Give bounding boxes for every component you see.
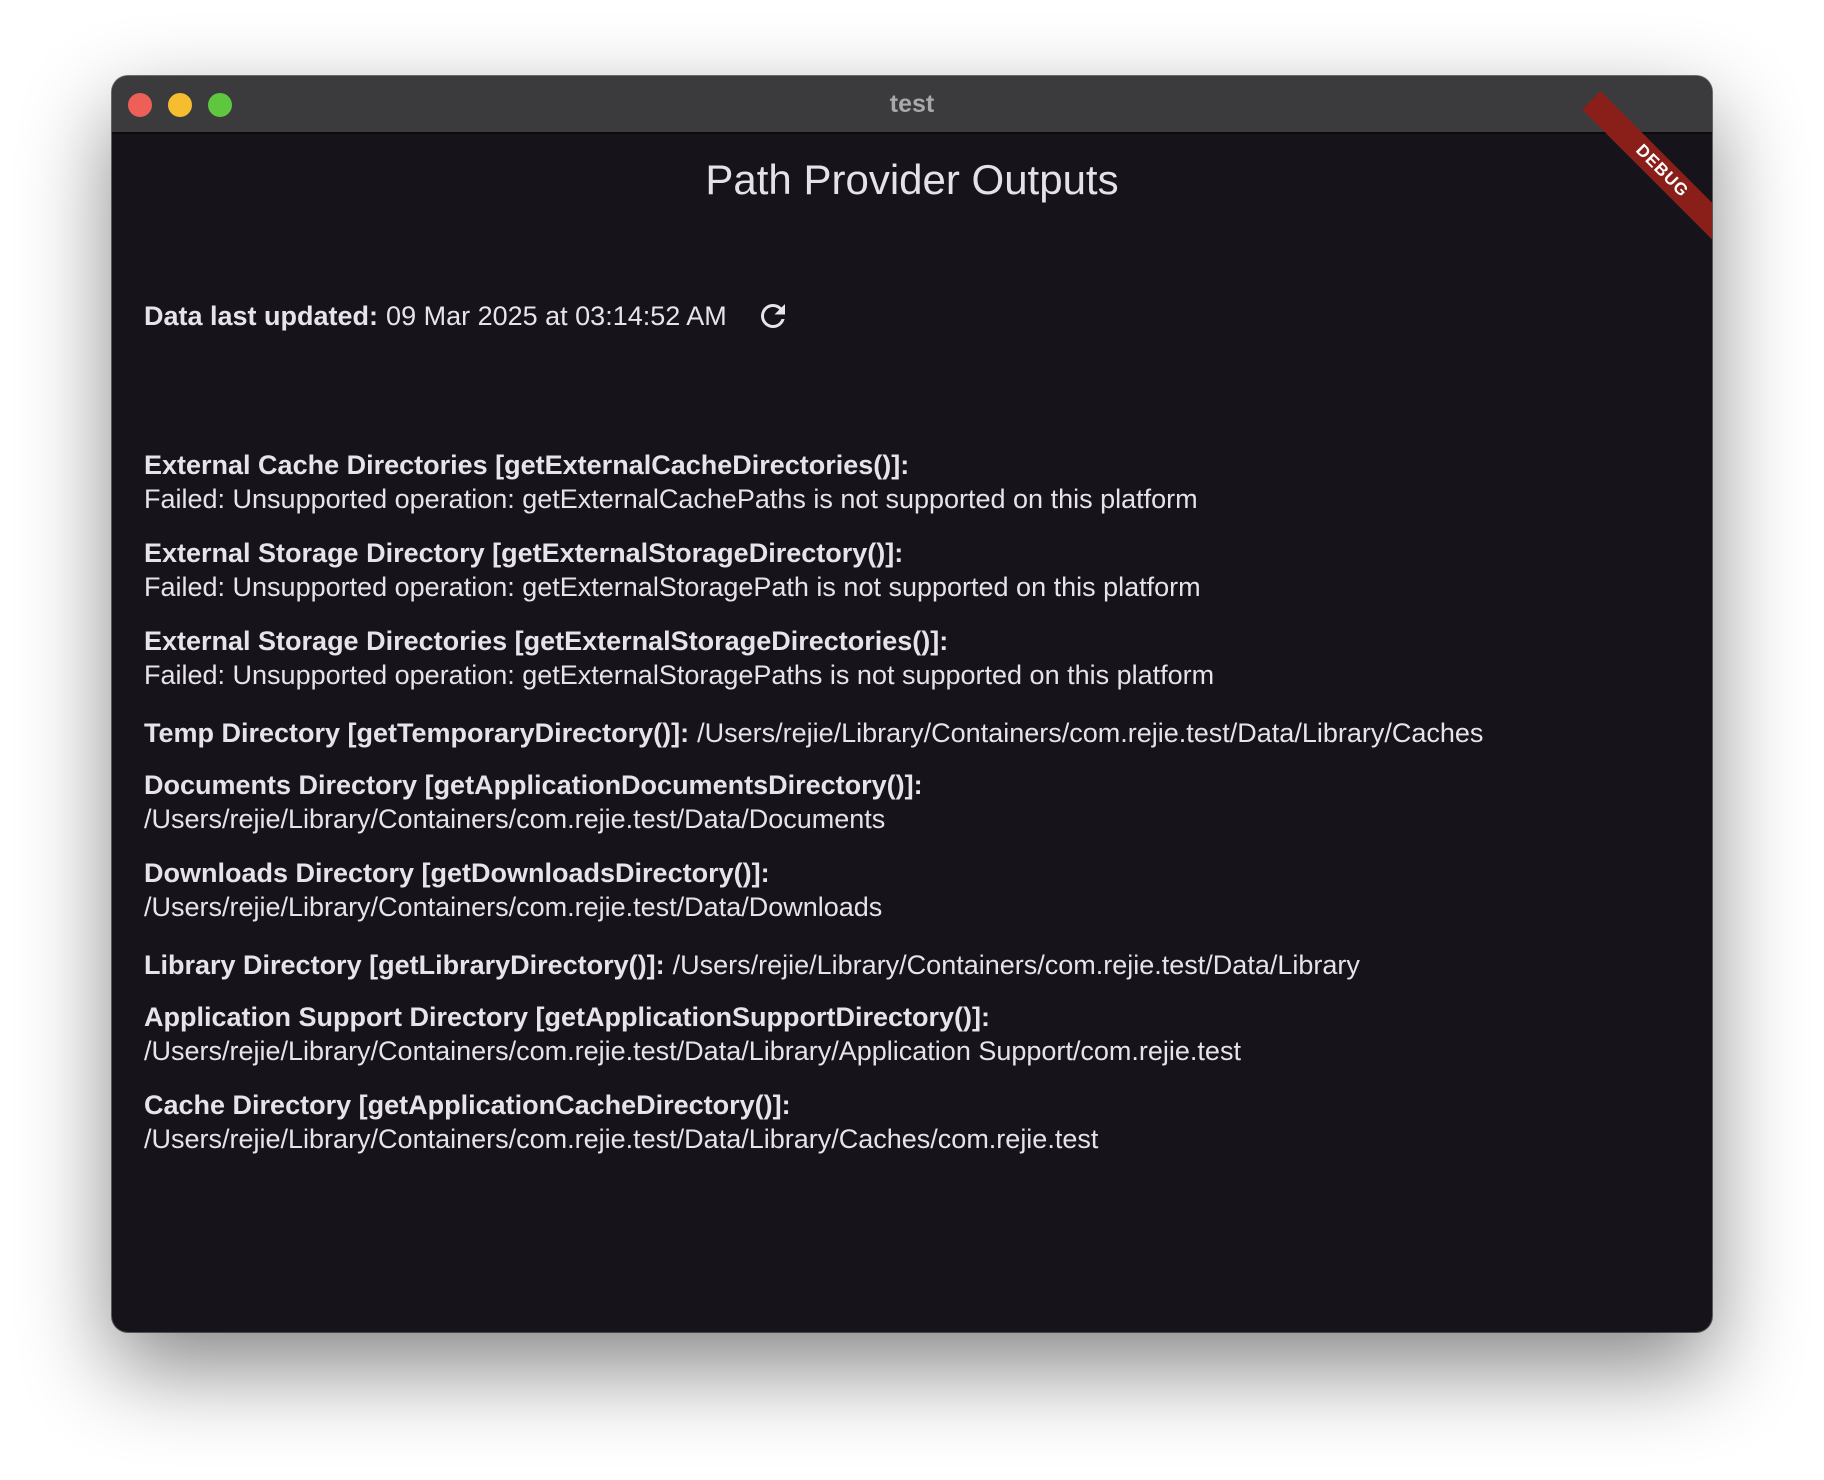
refresh-icon — [760, 304, 785, 328]
entry-library-directory: Library Directory [getLibraryDirectory()… — [144, 948, 1692, 982]
entry-value: Failed: Unsupported operation: getExtern… — [144, 572, 1201, 602]
entry-external-storage-directories: External Storage Directories [getExterna… — [144, 624, 1692, 692]
entry-label: External Storage Directories [getExterna… — [144, 626, 949, 656]
app-window: test DEBUG Path Provider Outputs Data la… — [112, 76, 1712, 1332]
entry-temp-directory: Temp Directory [getTemporaryDirectory()]… — [144, 716, 1692, 750]
entry-value: /Users/rejie/Library/Containers/com.reji… — [144, 892, 883, 922]
entry-label: Downloads Directory [getDownloadsDirecto… — [144, 858, 770, 888]
entry-value: /Users/rejie/Library/Containers/com.reji… — [697, 718, 1484, 748]
entry-label: External Cache Directories [getExternalC… — [144, 450, 910, 480]
main-content: DEBUG Path Provider Outputs Data last up… — [112, 91, 1712, 1332]
entry-value: /Users/rejie/Library/Containers/com.reji… — [672, 950, 1360, 980]
window-title: test — [889, 90, 935, 118]
last-updated-label: Data last updated: — [144, 300, 379, 331]
entry-downloads-directory: Downloads Directory [getDownloadsDirecto… — [144, 856, 1692, 924]
entry-label: Documents Directory [getApplicationDocum… — [144, 770, 923, 800]
entry-value: Failed: Unsupported operation: getExtern… — [144, 484, 1198, 514]
entry-value: Failed: Unsupported operation: getExtern… — [144, 660, 1215, 690]
last-updated-row: Data last updated: 09 Mar 2025 at 03:14:… — [144, 292, 795, 340]
entry-value: /Users/rejie/Library/Containers/com.reji… — [144, 1036, 1241, 1066]
page-title: Path Provider Outputs — [705, 156, 1119, 203]
entry-external-storage-directory: External Storage Directory [getExternalS… — [144, 536, 1692, 604]
entry-label: Cache Directory [getApplicationCacheDire… — [144, 1090, 791, 1120]
title-bar[interactable]: test — [112, 76, 1712, 134]
entry-value: /Users/rejie/Library/Containers/com.reji… — [144, 1124, 1099, 1154]
entry-label: Temp Directory [getTemporaryDirectory()]… — [144, 718, 690, 748]
entry-application-support-directory: Application Support Directory [getApplic… — [144, 1000, 1692, 1068]
entry-cache-directory: Cache Directory [getApplicationCacheDire… — [144, 1088, 1692, 1156]
last-updated-value: 09 Mar 2025 at 03:14:52 AM — [386, 300, 727, 331]
entry-external-cache-directories: External Cache Directories [getExternalC… — [144, 448, 1692, 516]
entry-label: Application Support Directory [getApplic… — [144, 1002, 991, 1032]
entry-label: Library Directory [getLibraryDirectory()… — [144, 950, 665, 980]
entry-label: External Storage Directory [getExternalS… — [144, 538, 904, 568]
entry-documents-directory: Documents Directory [getApplicationDocum… — [144, 768, 1692, 836]
refresh-button[interactable] — [751, 294, 795, 338]
entry-value: /Users/rejie/Library/Containers/com.reji… — [144, 804, 886, 834]
